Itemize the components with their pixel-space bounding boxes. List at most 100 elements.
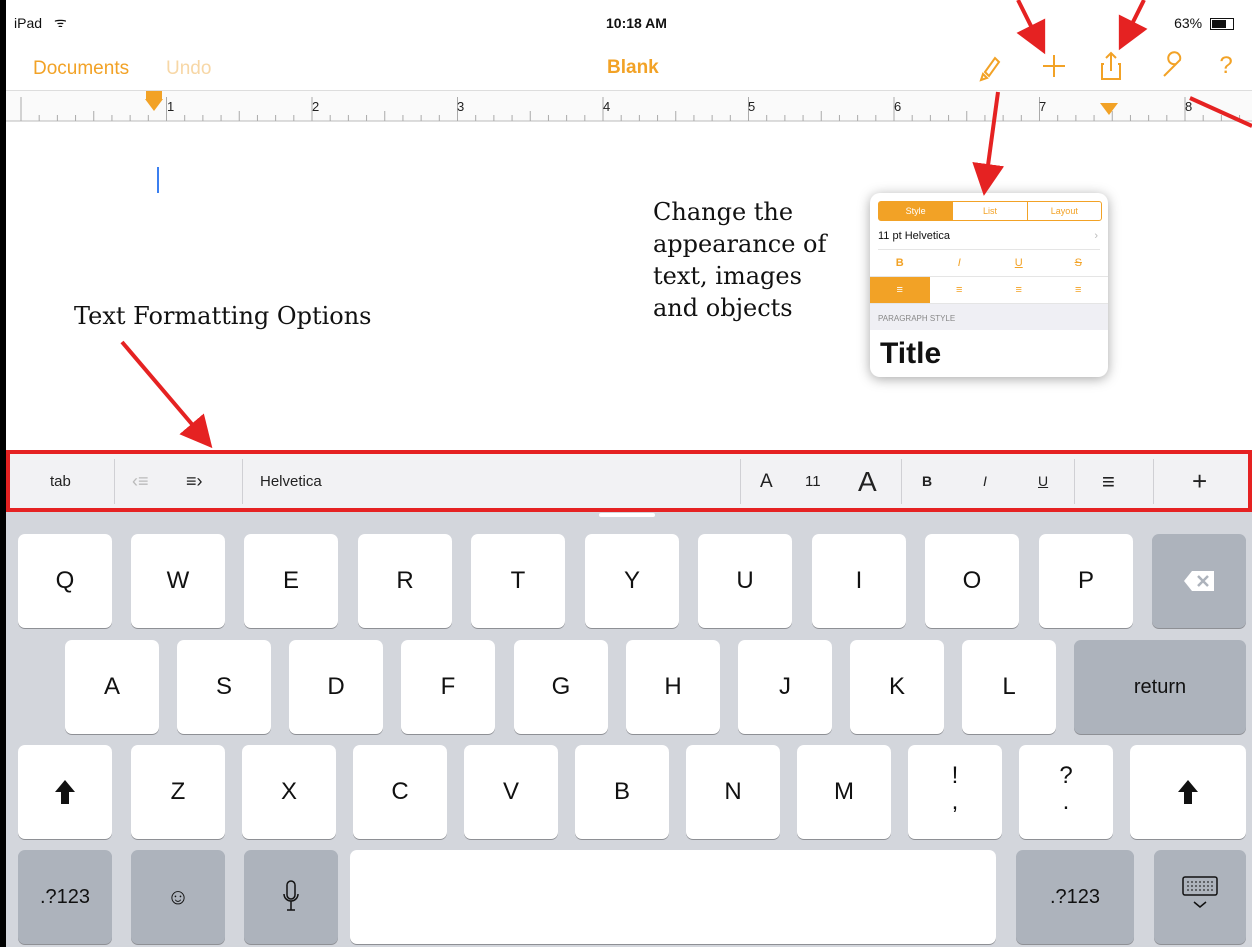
space-bar[interactable]	[350, 850, 996, 944]
italic-button[interactable]: I	[983, 451, 987, 512]
paragraph-style-header: PARAGRAPH STYLE	[870, 304, 1108, 330]
key-c[interactable]: C	[353, 745, 447, 839]
wifi-icon: ᯤ	[54, 14, 67, 30]
key-question-period[interactable]: ? .	[1019, 745, 1113, 839]
italic-button[interactable]: I	[930, 250, 990, 276]
alignment-row: ≡ ≡ ≡ ≡	[870, 277, 1108, 304]
shift-left-key[interactable]	[18, 745, 112, 839]
numbers-key[interactable]: .?123	[18, 850, 112, 944]
chevron-right-icon: ›	[1094, 230, 1098, 242]
help-icon[interactable]: ?	[1206, 46, 1246, 86]
annotation-line: appearance of	[653, 230, 827, 258]
indent-icon[interactable]: ≡›	[186, 451, 203, 512]
key-bottom-glyph: .	[1062, 788, 1070, 815]
toolbar-divider	[1074, 459, 1075, 504]
format-brush-icon[interactable]	[971, 46, 1011, 86]
key-p[interactable]: P	[1039, 534, 1133, 628]
title-style-preview[interactable]: Title	[880, 337, 941, 371]
key-b[interactable]: B	[575, 745, 669, 839]
key-z[interactable]: Z	[131, 745, 225, 839]
key-e[interactable]: E	[244, 534, 338, 628]
key-y[interactable]: Y	[585, 534, 679, 628]
shift-right-key[interactable]	[1130, 745, 1246, 839]
key-l[interactable]: L	[962, 640, 1056, 734]
key-h[interactable]: H	[626, 640, 720, 734]
outdent-icon[interactable]: ‹≡	[132, 451, 149, 512]
underline-button[interactable]: U	[1038, 451, 1048, 512]
tab-style[interactable]: Style	[879, 202, 953, 220]
key-u[interactable]: U	[698, 534, 792, 628]
battery-indicator: 63%	[1174, 15, 1234, 31]
ruler-ticks	[6, 97, 1252, 121]
key-top-glyph: ?	[1059, 762, 1073, 789]
annotation-text-formatting: Text Formatting Options	[74, 302, 372, 330]
tab-key-button[interactable]: tab	[50, 451, 71, 512]
font-size-value[interactable]: 11	[805, 451, 821, 512]
microphone-icon[interactable]	[244, 850, 338, 944]
key-i[interactable]: I	[812, 534, 906, 628]
key-n[interactable]: N	[686, 745, 780, 839]
key-x[interactable]: X	[242, 745, 336, 839]
underline-button[interactable]: U	[989, 250, 1049, 276]
key-top-glyph: !	[951, 762, 959, 789]
key-j[interactable]: J	[738, 640, 832, 734]
key-f[interactable]: F	[401, 640, 495, 734]
key-w[interactable]: W	[131, 534, 225, 628]
justify-icon[interactable]: ≡	[1049, 277, 1109, 303]
decrease-font-size-button[interactable]: A	[760, 451, 773, 512]
annotation-appearance: Change the appearance of text, images an…	[653, 196, 853, 324]
align-right-icon[interactable]: ≡	[989, 277, 1049, 303]
text-cursor	[157, 167, 159, 193]
backspace-key[interactable]	[1152, 534, 1246, 628]
emoji-icon[interactable]: ☺	[131, 850, 225, 944]
add-icon[interactable]	[1034, 46, 1074, 86]
return-key[interactable]: return	[1074, 640, 1246, 734]
align-left-icon[interactable]: ≡	[1102, 451, 1115, 512]
strikethrough-button[interactable]: S	[1049, 250, 1109, 276]
increase-font-size-button[interactable]: A	[858, 451, 877, 512]
keyboard-glyph	[1182, 876, 1218, 908]
key-r[interactable]: R	[358, 534, 452, 628]
ruler[interactable]: 1 2 3 4 5 6 7 8	[6, 90, 1252, 122]
font-picker-button[interactable]: Helvetica	[260, 451, 322, 512]
keyboard-handle	[599, 513, 655, 517]
hide-keyboard-icon[interactable]	[1154, 850, 1246, 944]
annotation-line: Change the	[653, 198, 794, 226]
documents-button[interactable]: Documents	[33, 58, 129, 80]
key-m[interactable]: M	[797, 745, 891, 839]
key-exclaim-comma[interactable]: ! ,	[908, 745, 1002, 839]
align-left-icon[interactable]: ≡	[870, 277, 930, 303]
font-selector[interactable]: 11 pt Helvetica ›	[878, 223, 1100, 250]
first-line-indent-marker[interactable]	[145, 99, 163, 111]
share-icon[interactable]	[1091, 46, 1131, 86]
bold-button[interactable]: B	[870, 250, 930, 276]
key-a[interactable]: A	[65, 640, 159, 734]
key-d[interactable]: D	[289, 640, 383, 734]
key-s[interactable]: S	[177, 640, 271, 734]
shift-icon	[55, 780, 75, 804]
font-name: 11 pt Helvetica	[878, 230, 950, 242]
character-style-row: B I U S	[870, 250, 1108, 277]
ruler-mark: 8	[1185, 99, 1193, 114]
align-center-icon[interactable]: ≡	[930, 277, 990, 303]
nav-bar: Documents Undo Blank ?	[6, 44, 1252, 90]
insert-button[interactable]: +	[1192, 451, 1207, 512]
tab-layout[interactable]: Layout	[1026, 202, 1101, 220]
undo-button[interactable]: Undo	[166, 58, 211, 80]
key-k[interactable]: K	[850, 640, 944, 734]
key-g[interactable]: G	[514, 640, 608, 734]
status-bar: iPad ᯤ 10:18 AM 63%	[6, 0, 1252, 44]
document-title: Blank	[607, 57, 659, 78]
tab-list[interactable]: List	[952, 202, 1026, 220]
left-indent-handle[interactable]	[146, 91, 162, 99]
battery-icon	[1210, 18, 1234, 31]
right-indent-marker[interactable]	[1100, 103, 1118, 115]
key-q[interactable]: Q	[18, 534, 112, 628]
shift-icon	[1178, 780, 1198, 804]
bold-button[interactable]: B	[922, 451, 932, 512]
key-v[interactable]: V	[464, 745, 558, 839]
wrench-icon[interactable]	[1154, 46, 1194, 86]
numbers-key-right[interactable]: .?123	[1016, 850, 1134, 944]
key-t[interactable]: T	[471, 534, 565, 628]
key-o[interactable]: O	[925, 534, 1019, 628]
